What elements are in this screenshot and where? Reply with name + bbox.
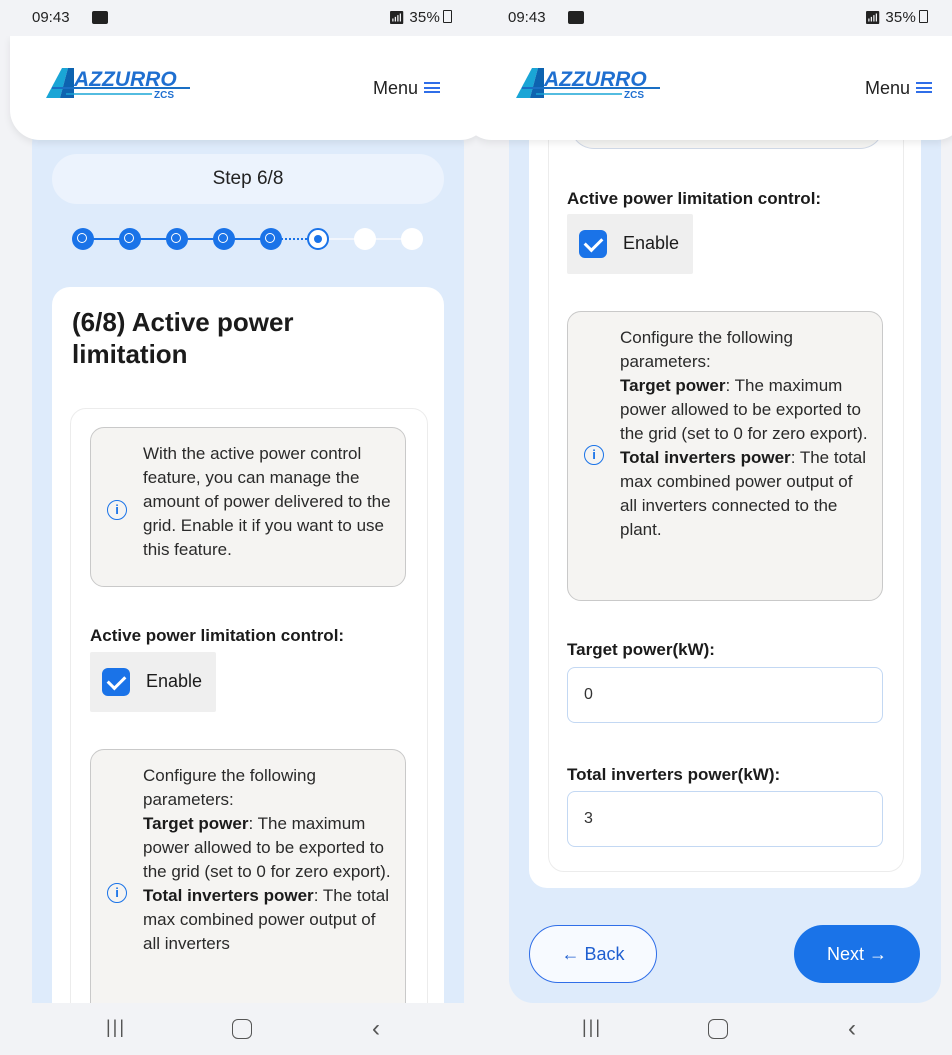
status-indicators: 📶︎ 35% xyxy=(388,9,452,26)
step-dot-5 xyxy=(260,228,282,250)
info-icon: i xyxy=(107,883,127,903)
step-dot-6 xyxy=(307,228,329,250)
enable-checkbox[interactable]: Enable xyxy=(567,214,693,274)
azzurro-logo[interactable]: AZZURRO ZCS xyxy=(44,64,196,104)
target-term: Target power xyxy=(143,814,249,833)
back-button[interactable]: ← Back xyxy=(529,925,657,983)
menu-button[interactable]: Menu xyxy=(865,78,932,99)
control-label: Active power limitation control: xyxy=(90,626,345,645)
total-power-input[interactable]: 3 xyxy=(567,791,883,847)
wifi-icon: 📶︎ xyxy=(864,10,881,25)
step-dot-7 xyxy=(354,228,376,250)
gallery-icon xyxy=(568,11,584,24)
system-nav-bar: ||| ‹ xyxy=(0,1003,476,1055)
total-term: Total inverters power xyxy=(620,448,791,467)
step-dot-8 xyxy=(401,228,423,250)
intro-info-text: With the active power control feature, y… xyxy=(143,444,391,559)
params-info-text: Configure the following parameters: Targ… xyxy=(620,326,870,542)
params-info-box: i Configure the following parameters: Ta… xyxy=(567,311,883,601)
logo-text: AZZURRO xyxy=(73,68,177,91)
menu-label: Menu xyxy=(372,78,418,98)
step-dot-4 xyxy=(213,228,235,250)
step-dot-1 xyxy=(72,228,94,250)
battery-level: 35% xyxy=(885,9,916,26)
status-indicators: 📶︎ 35% xyxy=(864,9,928,26)
page-title: (6/8) Active power limitation xyxy=(72,307,294,369)
azzurro-logo[interactable]: AZZURRO ZCS xyxy=(514,64,666,104)
phone-screen-right: 09:43 📶︎ 35% AZZURRO ZCS Menu Active pow… xyxy=(476,0,952,1055)
phone-screen-left: 09:43 📶︎ 35% AZZURRO ZCS Menu Step 6/8 (… xyxy=(0,0,476,1055)
enable-label: Enable xyxy=(146,671,203,691)
logo-sub: ZCS xyxy=(624,90,644,101)
battery-icon xyxy=(443,10,452,23)
status-bar: 09:43 📶︎ 35% xyxy=(476,0,952,36)
app-header: AZZURRO ZCS Menu xyxy=(10,36,476,140)
app-header: AZZURRO ZCS Menu xyxy=(476,36,952,140)
params-intro: Configure the following parameters: xyxy=(143,766,316,809)
hamburger-icon xyxy=(424,82,440,93)
gallery-icon xyxy=(92,11,108,24)
wifi-icon: 📶︎ xyxy=(388,10,405,25)
home-icon[interactable] xyxy=(232,1019,252,1039)
battery-level: 35% xyxy=(409,9,440,26)
logo-sub: ZCS xyxy=(154,90,174,101)
system-back-icon[interactable]: ‹ xyxy=(372,1015,380,1043)
target-term: Target power xyxy=(620,376,726,395)
checkbox-checked-icon xyxy=(579,230,607,258)
clock: 09:43 xyxy=(508,9,546,26)
params-info-text: Configure the following parameters: Targ… xyxy=(143,764,393,956)
menu-button[interactable]: Menu xyxy=(373,78,440,99)
info-icon: i xyxy=(584,445,604,465)
menu-label: Menu xyxy=(864,78,910,98)
battery-icon xyxy=(919,10,928,23)
enable-checkbox[interactable]: Enable xyxy=(90,652,216,712)
step-dot-3 xyxy=(166,228,188,250)
info-icon: i xyxy=(107,500,127,520)
intro-info-box: i With the active power control feature,… xyxy=(90,427,406,587)
target-power-input[interactable]: 0 xyxy=(567,667,883,723)
hamburger-icon xyxy=(916,82,932,93)
control-label: Active power limitation control: xyxy=(567,189,822,208)
recent-apps-icon[interactable]: ||| xyxy=(582,1017,602,1038)
clock: 09:43 xyxy=(32,9,70,26)
step-dot-2 xyxy=(119,228,141,250)
system-nav-bar: ||| ‹ xyxy=(476,1003,952,1055)
total-term: Total inverters power xyxy=(143,886,314,905)
target-power-label: Target power(kW): xyxy=(567,640,715,659)
step-indicator: Step 6/8 xyxy=(52,154,444,204)
progress-stepper xyxy=(72,228,424,250)
system-back-icon[interactable]: ‹ xyxy=(848,1015,856,1043)
checkbox-checked-icon xyxy=(102,668,130,696)
recent-apps-icon[interactable]: ||| xyxy=(106,1017,126,1038)
logo-text: AZZURRO xyxy=(543,68,647,91)
next-button[interactable]: Next → xyxy=(794,925,920,983)
enable-label: Enable xyxy=(623,233,680,253)
home-icon[interactable] xyxy=(708,1019,728,1039)
status-bar: 09:43 📶︎ 35% xyxy=(0,0,476,36)
total-power-label: Total inverters power(kW): xyxy=(567,765,781,784)
params-intro: Configure the following parameters: xyxy=(620,328,793,371)
